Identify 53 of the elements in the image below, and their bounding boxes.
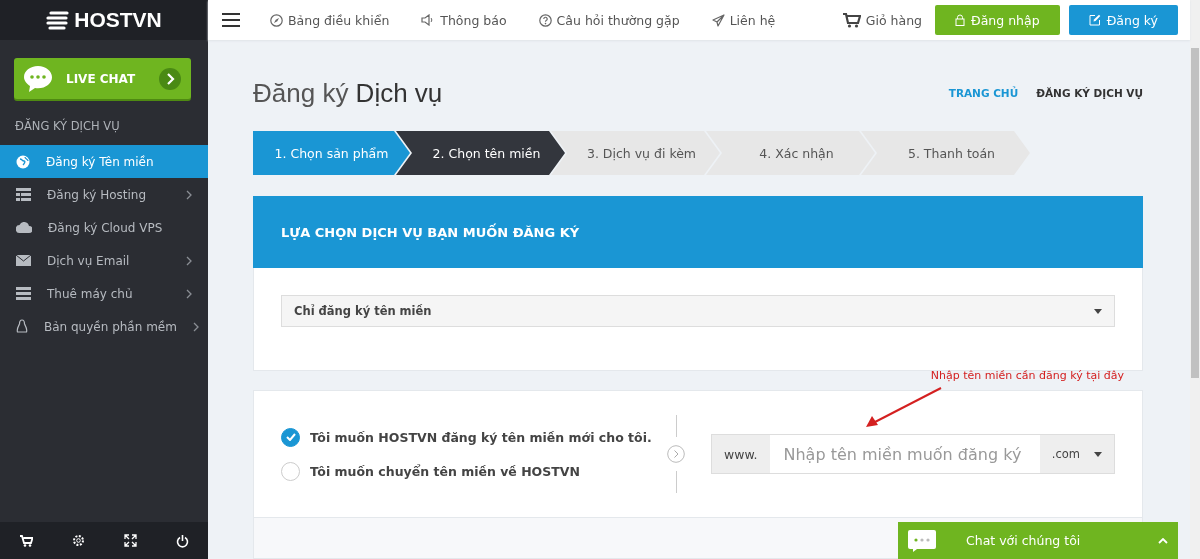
edit-icon — [1088, 14, 1101, 26]
page-title: Đăng ký Dịch vụ — [253, 77, 444, 109]
sidebar-item[interactable]: Đăng ký Hosting — [0, 178, 208, 211]
lock-icon — [955, 14, 965, 26]
chat-bubble-icon — [22, 63, 54, 94]
wizard-step: 2. Chọn tên miền — [396, 131, 565, 175]
card-header: LỰA CHỌN DỊCH VỤ BẠN MUỐN ĐĂNG KÝ — [253, 196, 1143, 268]
radio-button[interactable] — [281, 461, 300, 481]
sidebar-item[interactable]: Đăng ký Cloud VPS — [0, 211, 208, 244]
annotation-text: Nhập tên miền cần đăng ký tại đây — [930, 369, 1124, 382]
radio-option[interactable]: Tôi muốn chuyển tên miền về HOSTVN — [281, 461, 661, 481]
domain-field[interactable]: www. Nhập tên miền muốn đăng ký .com — [711, 434, 1115, 474]
wizard-step: 3. Dịch vụ đi kèm — [551, 131, 720, 175]
power-icon[interactable] — [175, 533, 189, 548]
section-title: ĐĂNG KÝ DỊCH VỤ — [14, 117, 121, 135]
caret-icon — [1094, 308, 1102, 314]
nav-link[interactable]: Bảng điều khiển — [270, 12, 390, 28]
menu-icon[interactable] — [222, 13, 240, 27]
cart-link[interactable]: Giỏ hàng — [842, 12, 922, 28]
chevron-circle-icon — [159, 67, 181, 90]
nav-link[interactable]: Liên hệ — [711, 12, 776, 28]
compass-icon — [270, 13, 283, 27]
server-icon — [16, 287, 31, 300]
settings-icon[interactable] — [71, 534, 85, 547]
chat-bubble-icon — [908, 529, 936, 552]
cart-icon — [842, 12, 861, 28]
logo-text: HOSTVN — [74, 8, 162, 32]
radio-button[interactable] — [281, 427, 300, 447]
nav-link[interactable]: Thông báo — [421, 12, 507, 28]
chevron-up-icon — [1158, 537, 1168, 544]
tld-dropdown[interactable]: .com — [1039, 435, 1114, 473]
cloud-icon — [16, 222, 32, 233]
radio-option[interactable]: Tôi muốn HOSTVN đăng ký tên miền mới cho tôi. — [281, 427, 661, 447]
wizard-step: 1. Chọn sản phẩm — [253, 131, 410, 175]
wizard-step: 4. Xác nhận — [706, 131, 875, 175]
fullscreen-icon[interactable] — [123, 534, 137, 547]
checkmark-icon — [285, 433, 296, 441]
cart-icon[interactable] — [19, 534, 33, 547]
service-dropdown[interactable]: Chỉ đăng ký tên miền — [281, 295, 1115, 327]
nav-link[interactable]: Câu hỏi thường gặp — [538, 12, 680, 28]
paper-plane-icon — [711, 13, 725, 27]
scrollbar[interactable] — [1190, 0, 1200, 559]
wizard-step: 5. Thanh toán — [861, 131, 1030, 175]
sidebar-item[interactable]: Bản quyền phần mềm — [0, 310, 208, 343]
table-icon — [16, 188, 31, 201]
breadcrumb-item: ĐĂNG KÝ DỊCH VỤ — [1036, 87, 1143, 99]
envelope-icon — [16, 255, 31, 266]
sidebar-item[interactable]: Thuê máy chủ — [0, 277, 208, 310]
chevron-circle-icon — [667, 445, 685, 463]
caret-icon — [1094, 451, 1102, 457]
sidebar-item[interactable]: Dịch vụ Email — [0, 244, 208, 277]
question-icon — [538, 13, 552, 27]
globe-icon — [16, 154, 30, 169]
